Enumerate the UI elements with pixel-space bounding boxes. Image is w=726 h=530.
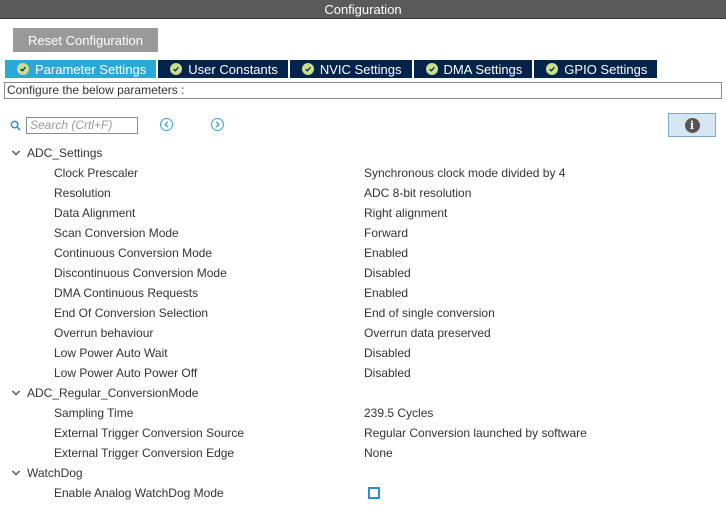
- param-name: End Of Conversion Selection: [54, 306, 209, 320]
- param-value[interactable]: Forward: [364, 226, 408, 240]
- chevron-down-icon[interactable]: [11, 468, 21, 478]
- param-name: External Trigger Conversion Source: [54, 426, 245, 440]
- param-name: Discontinuous Conversion Mode: [54, 266, 227, 280]
- check-icon: [17, 63, 29, 75]
- tab-parameter-settings[interactable]: Parameter Settings: [5, 60, 157, 78]
- param-row[interactable]: Low Power Auto Power Off Disabled: [0, 363, 726, 383]
- param-row[interactable]: External Trigger Conversion Source Regula…: [0, 423, 726, 443]
- next-result-button[interactable]: [211, 118, 224, 131]
- tab-label: User Constants: [188, 61, 278, 77]
- parameter-tree: ADC_Settings Clock Prescaler Synchronous …: [0, 143, 726, 503]
- param-row[interactable]: Resolution ADC 8-bit resolution: [0, 183, 726, 203]
- param-value[interactable]: ADC 8-bit resolution: [364, 186, 471, 200]
- param-value[interactable]: Enabled: [364, 286, 408, 300]
- info-button[interactable]: i: [668, 113, 716, 137]
- param-row[interactable]: Continuous Conversion Mode Enabled: [0, 243, 726, 263]
- param-value[interactable]: Disabled: [364, 346, 411, 360]
- param-name: Continuous Conversion Mode: [54, 246, 213, 260]
- param-value[interactable]: End of single conversion: [364, 306, 495, 320]
- param-value[interactable]: None: [364, 446, 393, 460]
- group-watchdog[interactable]: WatchDog: [0, 463, 726, 483]
- group-adc-settings[interactable]: ADC_Settings: [0, 143, 726, 163]
- param-name: Data Alignment: [54, 206, 136, 220]
- search-input[interactable]: [26, 116, 138, 134]
- tab-label: Parameter Settings: [35, 61, 147, 77]
- param-value[interactable]: Regular Conversion launched by software: [364, 426, 587, 440]
- param-name: Enable Analog WatchDog Mode: [54, 486, 224, 500]
- param-value[interactable]: Right alignment: [364, 206, 447, 220]
- search-icon[interactable]: [10, 120, 21, 131]
- chevron-right-icon: [215, 121, 220, 128]
- param-row[interactable]: Enable Analog WatchDog Mode: [0, 483, 726, 503]
- param-value[interactable]: Enabled: [364, 246, 408, 260]
- search-bar: [10, 116, 138, 134]
- tab-label: DMA Settings: [443, 61, 523, 77]
- tab-nvic-settings[interactable]: NVIC Settings: [289, 60, 412, 78]
- param-value[interactable]: Disabled: [364, 266, 411, 280]
- tab-bar: Parameter Settings User Constants NVIC S…: [5, 60, 659, 78]
- param-name: Low Power Auto Wait: [54, 346, 168, 360]
- group-adc-regular-conversion-mode[interactable]: ADC_Regular_ConversionMode: [0, 383, 726, 403]
- chevron-down-icon[interactable]: [11, 148, 21, 158]
- window-title: Configuration: [0, 0, 726, 19]
- param-row[interactable]: Discontinuous Conversion Mode Disabled: [0, 263, 726, 283]
- configure-description: Configure the below parameters :: [4, 82, 722, 99]
- param-name: Sampling Time: [54, 406, 134, 420]
- param-row[interactable]: External Trigger Conversion Edge None: [0, 443, 726, 463]
- tab-gpio-settings[interactable]: GPIO Settings: [534, 60, 658, 78]
- param-row[interactable]: Sampling Time 239.5 Cycles: [0, 403, 726, 423]
- param-row[interactable]: DMA Continuous Requests Enabled: [0, 283, 726, 303]
- param-name: Scan Conversion Mode: [54, 226, 179, 240]
- param-value[interactable]: Overrun data preserved: [364, 326, 491, 340]
- tab-label: GPIO Settings: [564, 61, 648, 77]
- param-name: Low Power Auto Power Off: [54, 366, 198, 380]
- check-icon: [170, 63, 183, 75]
- check-icon: [301, 63, 314, 75]
- tab-dma-settings[interactable]: DMA Settings: [413, 60, 533, 78]
- info-icon: i: [684, 117, 700, 133]
- group-label: ADC_Settings: [27, 146, 103, 160]
- tab-label: NVIC Settings: [319, 61, 402, 77]
- param-name: External Trigger Conversion Edge: [54, 446, 235, 460]
- param-name: Overrun behaviour: [54, 326, 154, 340]
- tab-user-constants[interactable]: User Constants: [158, 60, 288, 78]
- param-row[interactable]: Scan Conversion Mode Forward: [0, 223, 726, 243]
- check-icon: [425, 63, 438, 75]
- enable-analog-watchdog-checkbox[interactable]: [368, 487, 380, 499]
- param-row[interactable]: Data Alignment Right alignment: [0, 203, 726, 223]
- param-name: DMA Continuous Requests: [54, 286, 199, 300]
- param-name: Resolution: [54, 186, 111, 200]
- param-row[interactable]: Low Power Auto Wait Disabled: [0, 343, 726, 363]
- param-name: Clock Prescaler: [54, 166, 139, 180]
- param-row[interactable]: Overrun behaviour Overrun data preserved: [0, 323, 726, 343]
- param-value[interactable]: 239.5 Cycles: [364, 406, 433, 420]
- check-icon: [546, 63, 559, 75]
- param-row[interactable]: Clock Prescaler Synchronous clock mode di…: [0, 163, 726, 183]
- previous-result-button[interactable]: [160, 118, 173, 131]
- param-value[interactable]: Synchronous clock mode divided by 4: [364, 166, 565, 180]
- param-value[interactable]: Disabled: [364, 366, 411, 380]
- chevron-down-icon[interactable]: [11, 388, 21, 398]
- group-label: ADC_Regular_ConversionMode: [27, 386, 199, 400]
- chevron-left-icon: [164, 121, 169, 128]
- group-label: WatchDog: [27, 466, 83, 480]
- reset-configuration-button[interactable]: Reset Configuration: [13, 28, 158, 52]
- param-row[interactable]: End Of Conversion Selection End of single…: [0, 303, 726, 323]
